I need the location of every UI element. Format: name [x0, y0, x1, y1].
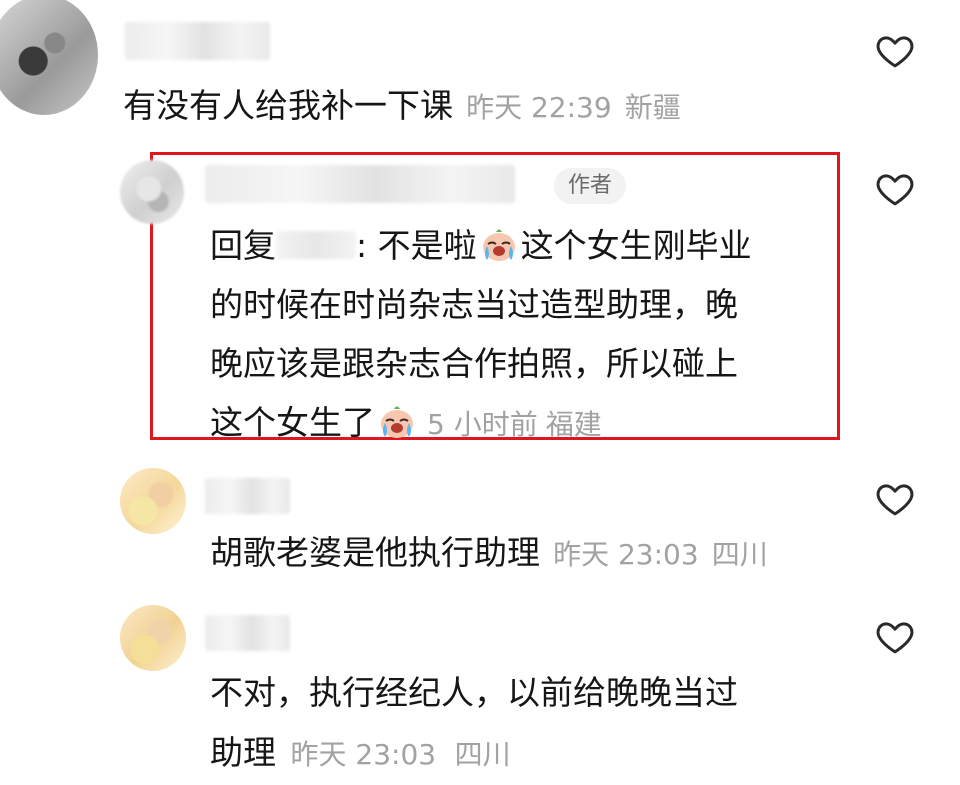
comment-line-2-text: 助理 [210, 733, 276, 772]
like-heart-icon[interactable] [874, 478, 916, 520]
comment-line-2: 助理 昨天 23:03 四川 [210, 725, 738, 783]
comment-line-1: 不对，执行经纪人，以前给晚晚当过 [210, 673, 738, 712]
avatar[interactable] [120, 605, 186, 671]
reply-prefix: 回复 [210, 226, 276, 265]
crying-face-emoji [479, 224, 519, 264]
like-heart-icon[interactable] [874, 30, 916, 72]
comment-text: 胡歌老婆是他执行助理 [210, 533, 540, 572]
username-redacted[interactable] [125, 22, 270, 60]
username-redacted[interactable] [205, 478, 290, 514]
reply-line-4-text: 这个女生了 [210, 403, 375, 442]
comment-location: 四川 [454, 738, 511, 771]
comment-4: 不对，执行经纪人，以前给晚晚当过 助理 昨天 23:03 四川 [210, 665, 738, 783]
crying-face-emoji [377, 401, 417, 441]
like-heart-icon[interactable] [874, 616, 916, 658]
avatar[interactable] [120, 468, 186, 534]
reply-body: 回复 : 不是啦 这个女生刚毕业 的时候在时尚杂志当过造型助理，晚 晚应该是跟杂志… [210, 218, 752, 453]
username-redacted[interactable] [205, 615, 290, 651]
comment-location: 新疆 [624, 91, 681, 124]
comment-location: 四川 [711, 538, 768, 571]
comment-location: 福建 [545, 408, 602, 441]
reply-line-1-tail: 这个女生刚毕业 [520, 226, 752, 265]
comment-text: 有没有人给我补一下课 [123, 86, 453, 125]
reply-suffix: : 不是啦 [356, 226, 477, 265]
comment-time: 昨天 22:39 [466, 91, 612, 124]
mentioned-user-redacted[interactable] [276, 231, 356, 259]
comment-time: 昨天 23:03 [553, 538, 699, 571]
username-redacted[interactable] [205, 165, 515, 203]
comment-time: 5 小时前 [427, 408, 538, 441]
comment-time: 昨天 23:03 [290, 738, 437, 771]
reply-line-3: 晚应该是跟杂志合作拍照，所以碰上 [210, 344, 738, 383]
avatar[interactable] [120, 160, 184, 224]
avatar[interactable] [0, 0, 98, 115]
comment-1: 有没有人给我补一下课 昨天 22:39 新疆 [123, 78, 681, 134]
comment-3: 胡歌老婆是他执行助理 昨天 23:03 四川 [210, 525, 768, 581]
reply-line-4: 这个女生了 5 小时前 福建 [210, 395, 752, 453]
reply-line-2: 的时候在时尚杂志当过造型助理，晚 [210, 285, 738, 324]
reply-line-1: 回复 : 不是啦 这个女生刚毕业 [210, 218, 752, 274]
like-heart-icon[interactable] [874, 168, 916, 210]
author-badge: 作者 [554, 168, 627, 204]
